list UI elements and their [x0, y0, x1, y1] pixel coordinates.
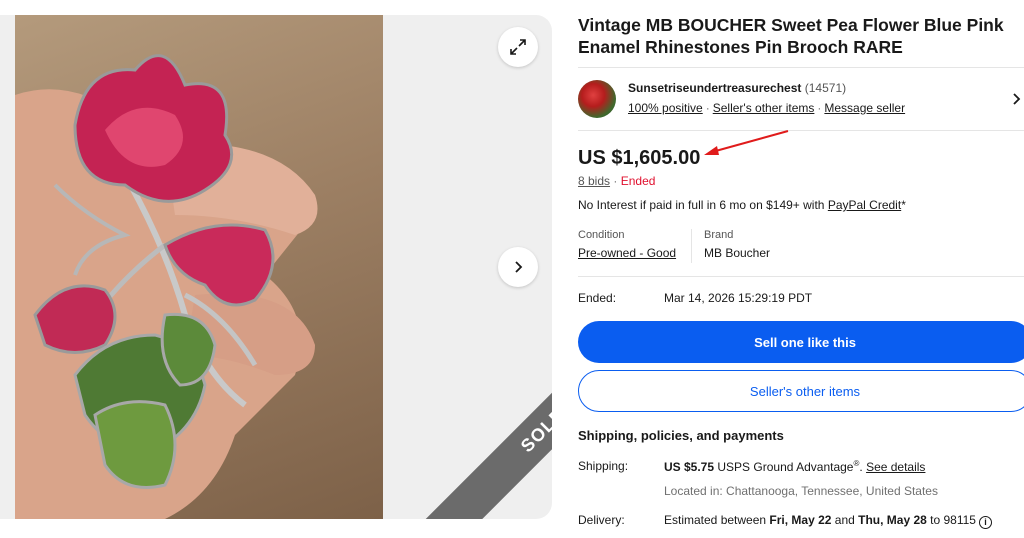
item-price: US $1,605.00	[578, 147, 701, 169]
seller-other-items-link[interactable]: Seller's other items	[713, 101, 815, 115]
delivery-start: Fri, May 22	[769, 513, 832, 527]
shipping-price: US $5.75	[664, 460, 715, 474]
separator-dot: ·	[817, 101, 822, 115]
shipping-cost: US $5.75 USPS Ground Advantage®. See det…	[664, 459, 925, 474]
divider	[578, 67, 1024, 68]
financing-suffix: *	[901, 198, 906, 212]
message-seller-link[interactable]: Message seller	[824, 101, 905, 115]
ended-date: Mar 14, 2026 15:29:19 PDT	[664, 291, 813, 305]
product-photo[interactable]	[15, 15, 383, 519]
shipping-service: USPS Ground Advantage	[714, 460, 854, 474]
info-icon[interactable]: i	[978, 516, 992, 529]
condition-label: Condition	[578, 229, 625, 241]
brooch-image	[15, 54, 318, 519]
financing-offer: No Interest if paid in full in 6 mo on $…	[578, 198, 906, 212]
divider	[578, 130, 1024, 131]
item-location: Located in: Chattanooga, Tennessee, Unit…	[664, 484, 938, 498]
seller-card[interactable]: Sunsetriseundertreasurechest (14571) 100…	[578, 78, 1024, 122]
sold-banner: SOLD	[422, 309, 552, 519]
shipping-label: Shipping:	[578, 459, 629, 473]
divider	[691, 229, 692, 263]
seller-avatar[interactable]	[578, 80, 616, 118]
expand-icon	[510, 39, 526, 55]
seller-feedback-count: (14571)	[804, 81, 847, 95]
brand-value: MB Boucher	[704, 246, 771, 260]
positive-feedback-link[interactable]: 100% positive	[628, 101, 703, 115]
seller-links: 100% positive · Seller's other items · Messa…	[628, 101, 905, 115]
ended-status: Ended	[620, 174, 656, 188]
expand-button[interactable]	[498, 27, 538, 67]
chevron-right-icon[interactable]	[1010, 92, 1022, 106]
sell-one-like-this-button[interactable]: Sell one like this	[578, 321, 1024, 363]
paypal-credit-link[interactable]: PayPal Credit	[828, 198, 901, 212]
annotation-arrow-icon	[704, 130, 789, 155]
chevron-right-icon	[515, 261, 523, 273]
bids-status: 8 bids · Ended	[578, 174, 655, 188]
separator-dot: ·	[705, 101, 710, 115]
item-title: Vintage MB BOUCHER Sweet Pea Flower Blue…	[578, 15, 1004, 57]
financing-text: No Interest if paid in full in 6 mo on $…	[578, 198, 828, 212]
delivery-prefix: Estimated between	[664, 513, 770, 527]
next-image-button[interactable]	[498, 247, 538, 287]
delivery-end: Thu, May 28	[858, 513, 927, 527]
brand-label: Brand	[704, 229, 734, 241]
image-gallery: SOLD	[0, 15, 552, 519]
delivery-zip: to 98115	[926, 513, 976, 527]
see-details-link[interactable]: See details	[866, 460, 925, 474]
delivery-estimate: Estimated between Fri, May 22 and Thu, M…	[664, 513, 992, 529]
seller-name-text[interactable]: Sunsetriseundertreasurechest	[628, 81, 801, 95]
ended-label: Ended:	[578, 291, 617, 305]
separator-dot: ·	[613, 174, 618, 188]
divider	[578, 276, 1024, 277]
seller-name[interactable]: Sunsetriseundertreasurechest (14571)	[628, 81, 846, 95]
delivery-label: Delivery:	[578, 513, 625, 527]
sellers-other-items-button[interactable]: Seller's other items	[578, 370, 1024, 412]
condition-value[interactable]: Pre-owned - Good	[578, 246, 676, 260]
bids-link[interactable]: 8 bids	[578, 174, 610, 188]
shipping-heading: Shipping, policies, and payments	[578, 428, 784, 443]
delivery-and: and	[831, 513, 859, 527]
